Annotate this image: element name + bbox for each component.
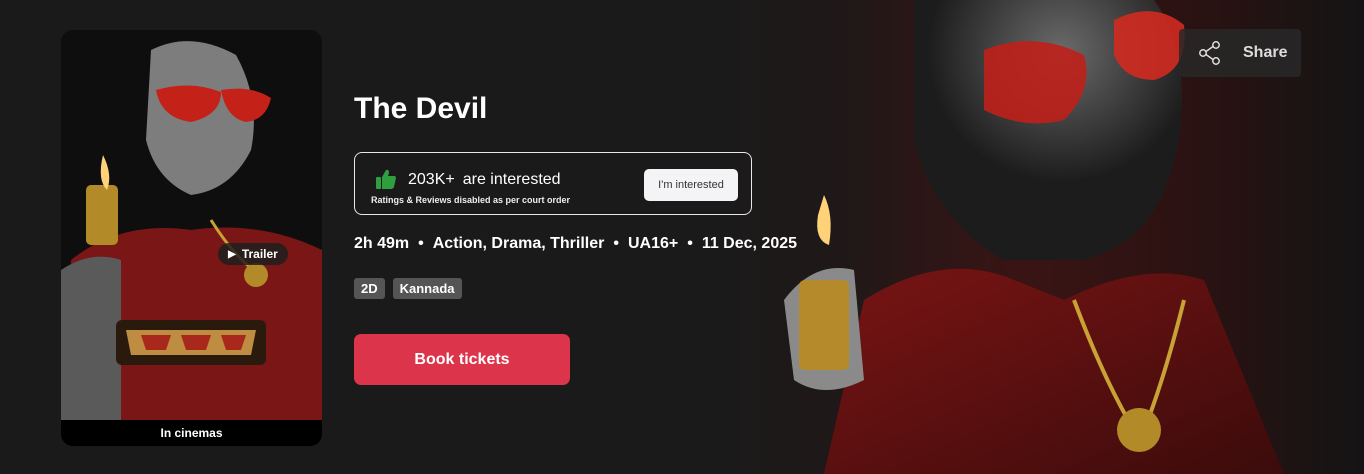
book-tickets-button[interactable]: Book tickets bbox=[354, 334, 570, 385]
separator-dot: • bbox=[418, 235, 424, 252]
separator-dot: • bbox=[687, 235, 693, 252]
share-icon bbox=[1199, 41, 1220, 65]
share-button[interactable]: Share bbox=[1179, 29, 1301, 77]
movie-poster[interactable]: ▶ Trailer In cinemas bbox=[61, 30, 322, 446]
movie-meta: 2h 49m • Action, Drama, Thriller • UA16+ • 11 … bbox=[354, 235, 797, 253]
movie-title: The Devil bbox=[354, 92, 488, 125]
duration: 2h 49m bbox=[354, 235, 410, 252]
share-label: Share bbox=[1243, 44, 1288, 61]
interest-text: are interested bbox=[462, 171, 561, 188]
interest-count-line: 203K+ are interested bbox=[408, 171, 561, 189]
ratings-disclaimer: Ratings & Reviews disabled as per court … bbox=[371, 195, 571, 205]
play-icon: ▶ bbox=[228, 248, 236, 260]
in-cinemas-label: In cinemas bbox=[61, 420, 322, 446]
separator-dot: • bbox=[613, 235, 619, 252]
thumbs-up-icon bbox=[376, 169, 396, 189]
format-tag: 2D bbox=[354, 278, 385, 299]
certificate: UA16+ bbox=[627, 235, 679, 252]
poster-image bbox=[61, 30, 322, 420]
interest-panel: 203K+ are interested Ratings & Reviews di… bbox=[354, 152, 752, 215]
trailer-label: Trailer bbox=[241, 247, 278, 261]
genres: Action, Drama, Thriller bbox=[432, 235, 605, 252]
trailer-button[interactable]: ▶ Trailer bbox=[218, 243, 288, 265]
release-date: 11 Dec, 2025 bbox=[701, 235, 798, 252]
language-tag: Kannada bbox=[392, 278, 462, 299]
interest-count: 203K+ bbox=[408, 171, 455, 188]
format-language-tags: 2D Kannada bbox=[354, 278, 462, 299]
im-interested-button[interactable]: I'm interested bbox=[644, 169, 738, 201]
